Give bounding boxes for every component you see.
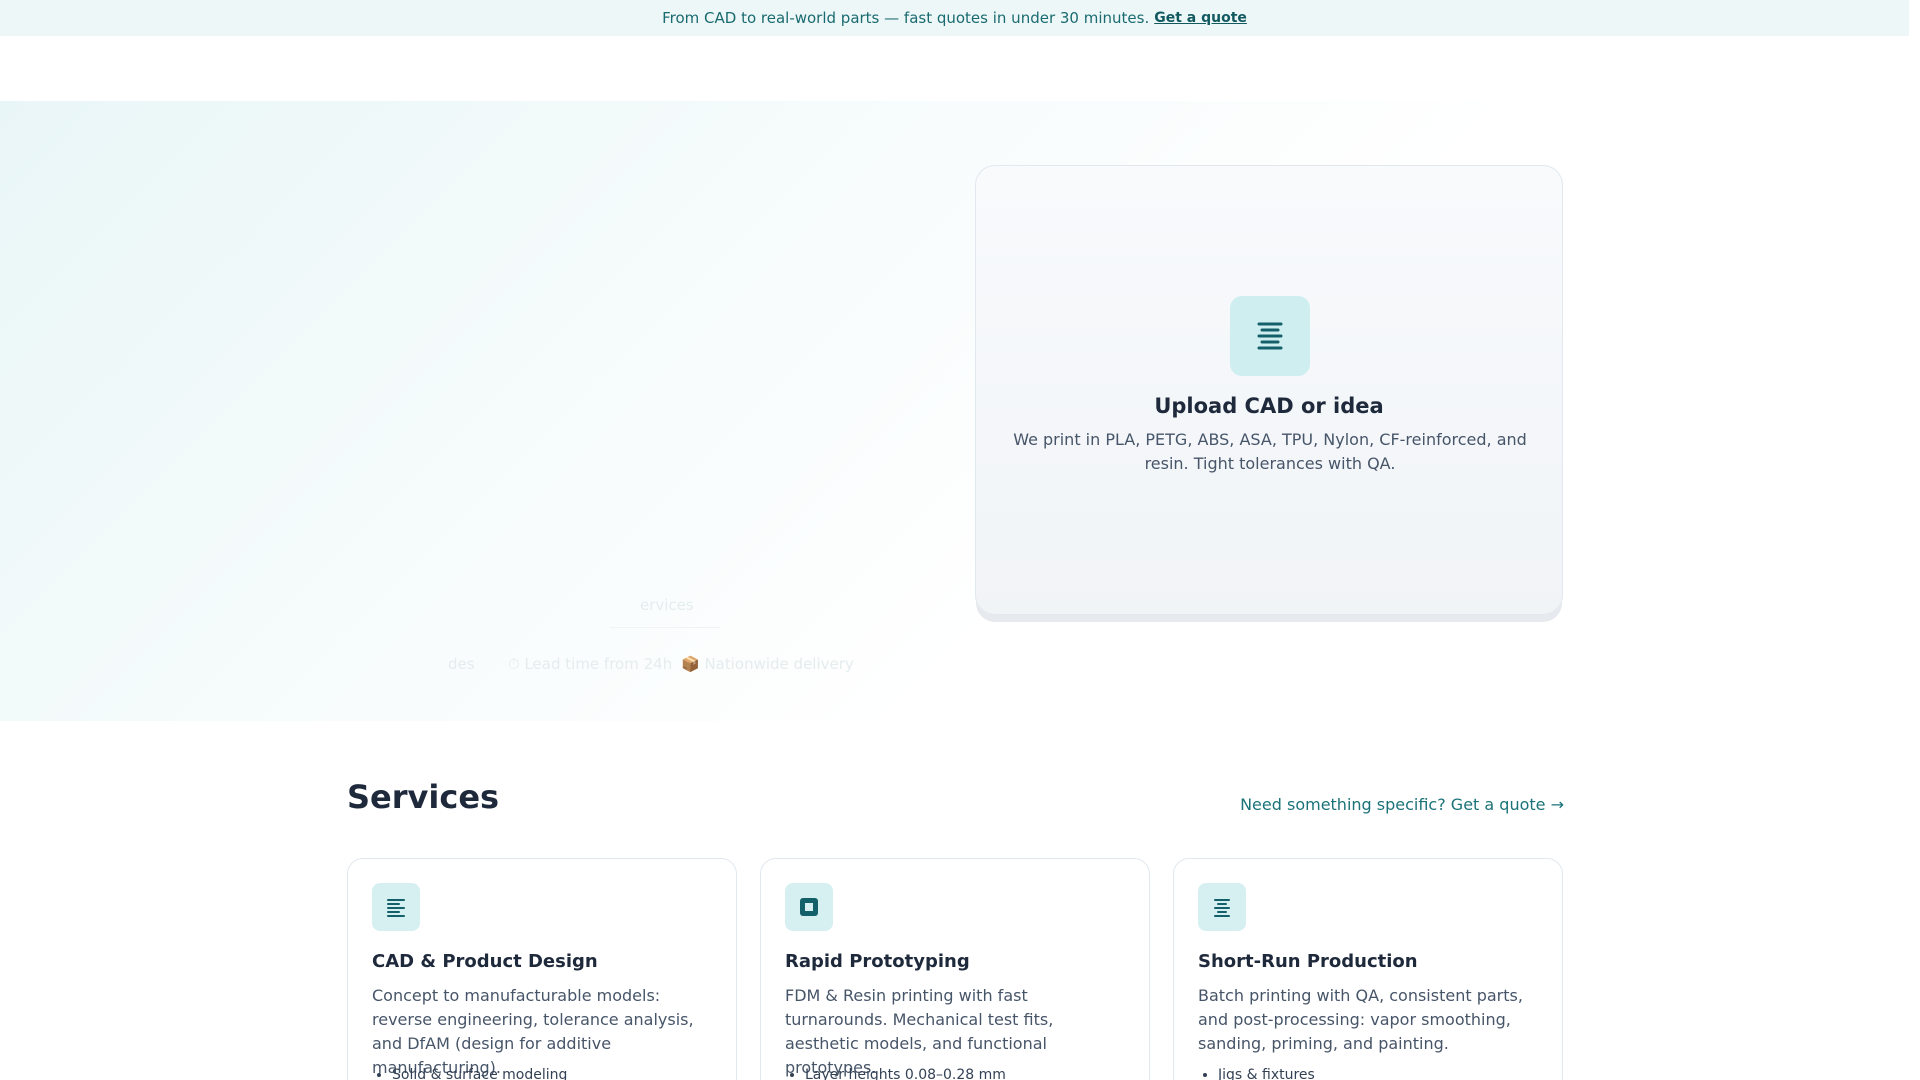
upload-card[interactable]: Upload CAD or idea We print in PLA, PETG… [975,165,1563,615]
service-card-cad[interactable]: CAD & Product Design Concept to manufact… [347,858,737,1080]
service-card-features: Solid & surface modeling [392,1067,567,1080]
hero-pill: 📦 Nationwide delivery [681,655,854,673]
list-item: Layer heights 0.08–0.28 mm [805,1067,1006,1080]
services-quote-link[interactable]: Need something specific? Get a quote → [1240,795,1564,814]
upload-card-title: Upload CAD or idea [1154,394,1384,418]
services-heading: Services [347,778,500,816]
align-center-icon [1198,883,1246,931]
hero-pill: ⏱ Lead time from 24h [508,655,673,673]
service-card-title: Rapid Prototyping [785,951,970,972]
service-card-features: Jigs & fixtures [1218,1067,1315,1080]
upload-card-description: We print in PLA, PETG, ABS, ASA, TPU, Ny… [1013,430,1527,473]
document-lines-icon [1230,296,1310,376]
hero-section: ervices des ⏱ Lead time from 24h 📦 Natio… [0,101,1909,721]
service-card-features: Layer heights 0.08–0.28 mm [805,1067,1006,1080]
announcement-bar: From CAD to real-world parts — fast quot… [0,0,1909,36]
square-icon [785,883,833,931]
hero-ghost-divider [610,627,720,628]
get-a-quote-link[interactable]: Get a quote [1154,10,1247,26]
service-card-title: CAD & Product Design [372,951,598,972]
announcement-text: From CAD to real-world parts — fast quot… [662,9,1150,27]
navbar [0,36,1909,101]
service-card-production[interactable]: Short-Run Production Batch printing with… [1173,858,1563,1080]
service-card-description: Concept to manufacturable models: revers… [372,986,694,1077]
align-left-icon [372,883,420,931]
service-card-title: Short-Run Production [1198,951,1418,972]
service-card-description: FDM & Resin printing with fast turnaroun… [785,986,1054,1077]
list-item: Solid & surface modeling [392,1067,567,1080]
service-card-description: Batch printing with QA, consistent parts… [1198,986,1523,1053]
hero-ghost-link[interactable]: ervices [640,596,694,614]
list-item: Jigs & fixtures [1218,1067,1315,1080]
service-card-prototyping[interactable]: Rapid Prototyping FDM & Resin printing w… [760,858,1150,1080]
hero-pill: des [448,655,475,673]
